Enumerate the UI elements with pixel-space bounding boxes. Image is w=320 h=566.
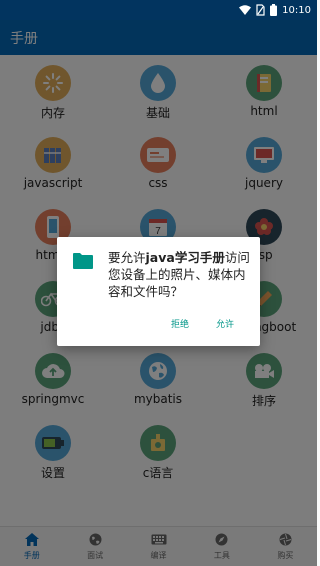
folder-icon bbox=[72, 252, 94, 274]
app-name: java学习手册 bbox=[145, 250, 225, 265]
permission-message: 要允许java学习手册访问您设备上的照片、媒体内容和文件吗？ bbox=[108, 250, 250, 299]
no-sim-icon bbox=[256, 4, 265, 16]
battery-status-icon bbox=[270, 4, 278, 16]
status-bar: 10:10 bbox=[0, 0, 317, 20]
wifi-icon bbox=[239, 5, 252, 15]
permission-dialog: 要允许java学习手册访问您设备上的照片、媒体内容和文件吗？ 拒绝 允许 bbox=[57, 237, 260, 346]
allow-button[interactable]: 允许 bbox=[216, 317, 234, 330]
status-time: 10:10 bbox=[282, 4, 311, 16]
deny-button[interactable]: 拒绝 bbox=[171, 317, 189, 330]
